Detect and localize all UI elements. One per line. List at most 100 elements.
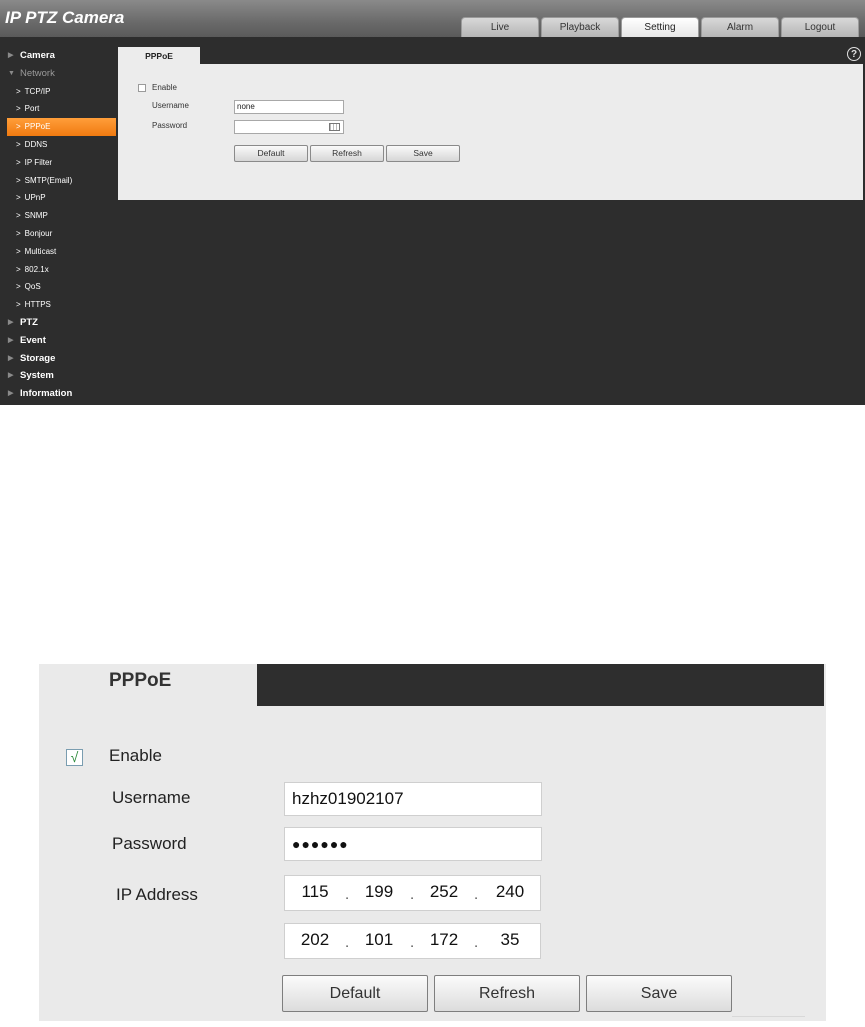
sidebar-item-label: Bonjour [24, 228, 53, 238]
password-input[interactable]: ●●●●●● [284, 827, 542, 861]
username-label: Username [112, 788, 191, 807]
ip-octet[interactable]: 172 [421, 924, 467, 958]
sidebar-item-label: Event [20, 334, 46, 346]
ip-octet[interactable]: 115 [292, 876, 338, 910]
triangle-right-icon: ▶ [8, 372, 14, 380]
sidebar-item-multicast[interactable]: > Multicast [0, 243, 117, 261]
settings-sidebar: ▶ Camera ▼ Network > TCP/IP > Port > PPPoE > D… [0, 47, 117, 403]
sidebar-item-port[interactable]: > Port [0, 100, 117, 118]
enable-checkbox[interactable]: √ [66, 749, 83, 766]
tab-setting[interactable]: Setting [621, 17, 699, 37]
chevron-right-icon: > [16, 122, 21, 132]
sidebar-item-https[interactable]: > HTTPS [0, 296, 117, 314]
refresh-button[interactable]: Refresh [310, 145, 384, 162]
triangle-right-icon: ▶ [8, 336, 14, 344]
ip-separator: . [474, 934, 479, 951]
top-bar: IP PTZ Camera Live Playback Setting Alar… [0, 0, 865, 37]
tab-logout[interactable]: Logout [781, 17, 859, 37]
ip-octet[interactable]: 240 [487, 876, 533, 910]
sidebar-item-label: PTZ [20, 316, 38, 328]
triangle-right-icon: ▶ [8, 390, 14, 398]
ip-separator: . [474, 886, 479, 903]
sidebar-item-label: Port [24, 104, 40, 114]
camera-web-ui-screenshot: IP PTZ Camera Live Playback Setting Alar… [0, 0, 865, 405]
tab-live[interactable]: Live [461, 17, 539, 37]
sidebar-item-qos[interactable]: > QoS [0, 278, 117, 296]
chevron-right-icon: > [16, 228, 21, 238]
keyboard-icon[interactable] [329, 123, 340, 131]
triangle-right-icon: ▶ [8, 52, 14, 59]
chevron-right-icon: > [16, 211, 21, 221]
sidebar-item-label: HTTPS [24, 300, 51, 310]
sidebar-item-storage[interactable]: ▶ Storage [0, 350, 117, 368]
username-input[interactable]: hzhz01902107 [284, 782, 542, 816]
question-circle-icon[interactable]: ? [847, 47, 861, 61]
sidebar-item-ddns[interactable]: > DDNS [0, 136, 117, 154]
panel-header-bar [257, 664, 824, 706]
divider [732, 1016, 805, 1017]
ip-separator: . [345, 886, 350, 903]
enable-label: Enable [152, 83, 177, 92]
enable-checkbox[interactable] [138, 84, 146, 92]
sidebar-item-information[interactable]: ▶ Information [0, 385, 117, 403]
ip-octet[interactable]: 101 [356, 924, 402, 958]
save-button[interactable]: Save [586, 975, 732, 1012]
ip-separator: . [410, 886, 415, 903]
sidebar-item-bonjour[interactable]: > Bonjour [0, 225, 117, 243]
ip-octet[interactable]: 252 [421, 876, 467, 910]
sidebar-item-system[interactable]: ▶ System [0, 367, 117, 385]
tab-playback[interactable]: Playback [541, 17, 619, 37]
ip-octet[interactable]: 35 [487, 924, 533, 958]
tab-pppoe[interactable]: PPPoE [109, 670, 171, 692]
sidebar-item-label: Storage [20, 352, 56, 364]
sidebar-item-upnp[interactable]: > UPnP [0, 189, 117, 207]
ip-octet[interactable]: 199 [356, 876, 402, 910]
pppoe-settings-panel: Enable Username none Password Default Re… [118, 47, 863, 200]
default-button[interactable]: Default [282, 975, 428, 1012]
sidebar-item-label: IP Filter [24, 157, 53, 167]
ip-separator: . [345, 934, 350, 951]
chevron-right-icon: > [16, 139, 21, 149]
main-nav: Live Playback Setting Alarm Logout [461, 17, 859, 37]
ip-separator: . [410, 934, 415, 951]
sidebar-item-label: PPPoE [24, 122, 51, 132]
default-button[interactable]: Default [234, 145, 308, 162]
save-button[interactable]: Save [386, 145, 460, 162]
sidebar-item-ip-filter[interactable]: > IP Filter [0, 154, 117, 172]
password-input[interactable] [234, 120, 344, 134]
triangle-down-icon: ▼ [8, 69, 15, 77]
ip-address-label: IP Address [116, 885, 198, 904]
chevron-right-icon: > [16, 86, 21, 96]
chevron-right-icon: > [16, 300, 21, 310]
pppoe-zoomed-screenshot: PPPoE √ Enable Username hzhz01902107 Pas… [39, 664, 826, 1021]
sidebar-item-label: 802.1x [24, 264, 49, 274]
ip-address-field-1[interactable]: 115 . 199 . 252 . 240 [284, 875, 541, 911]
chevron-right-icon: > [16, 193, 21, 203]
sidebar-item-label: Camera [20, 50, 55, 61]
enable-label: Enable [109, 746, 162, 765]
chevron-right-icon: > [16, 104, 21, 114]
sidebar-item-snmp[interactable]: > SNMP [0, 207, 117, 225]
ip-octet[interactable]: 202 [292, 924, 338, 958]
refresh-button[interactable]: Refresh [434, 975, 580, 1012]
sidebar-item-ptz[interactable]: ▶ PTZ [0, 314, 117, 332]
sidebar-item-label: Multicast [24, 246, 57, 256]
sidebar-item-label: SMTP(Email) [24, 175, 73, 185]
panel-header-bar [200, 47, 863, 64]
ip-address-field-2[interactable]: 202 . 101 . 172 . 35 [284, 923, 541, 959]
sidebar-item-camera[interactable]: ▶ Camera [0, 47, 117, 65]
tab-pppoe[interactable]: PPPoE [118, 47, 200, 65]
chevron-right-icon: > [16, 264, 21, 274]
chevron-right-icon: > [16, 157, 21, 167]
sidebar-item-event[interactable]: ▶ Event [0, 332, 117, 350]
sidebar-item-smtp[interactable]: > SMTP(Email) [0, 172, 117, 190]
sidebar-item-network[interactable]: ▼ Network [0, 65, 117, 83]
sidebar-item-8021x[interactable]: >802.1x [0, 261, 117, 279]
password-label: Password [112, 834, 187, 853]
triangle-right-icon: ▶ [8, 318, 14, 326]
tab-alarm[interactable]: Alarm [701, 17, 779, 37]
checkmark-icon: √ [70, 749, 79, 765]
sidebar-item-pppoe[interactable]: > PPPoE [7, 118, 116, 136]
username-input[interactable]: none [234, 100, 344, 114]
sidebar-item-tcpip[interactable]: > TCP/IP [0, 83, 117, 101]
